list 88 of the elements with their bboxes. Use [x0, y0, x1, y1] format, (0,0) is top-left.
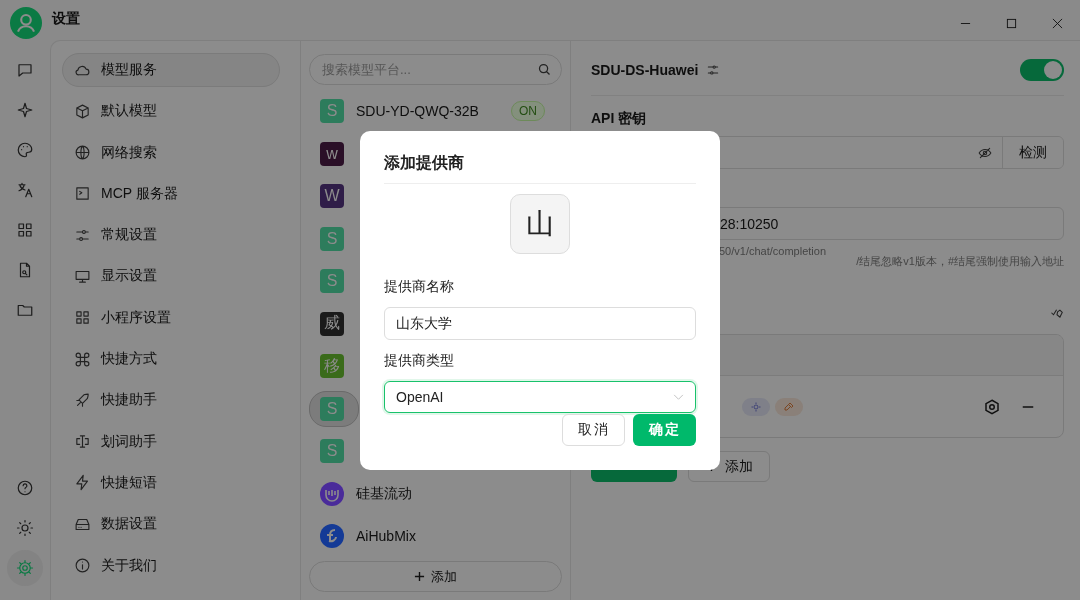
provider-logo: W — [320, 184, 344, 208]
api-key-label: API 密钥 — [591, 110, 648, 128]
menu-item[interactable]: 快捷方式 — [62, 342, 280, 377]
window-title: 设置 — [52, 10, 80, 28]
provider-item[interactable]: 威 — [309, 305, 359, 342]
plus-icon — [414, 571, 425, 582]
menu-label: 关于我们 — [101, 556, 157, 575]
menu-label: 数据设置 — [101, 515, 157, 534]
command-icon — [74, 350, 91, 368]
provider-logo: S — [320, 226, 344, 251]
name-input[interactable]: 山东大学 — [384, 307, 696, 340]
provider-item[interactable]: w — [309, 135, 359, 172]
menu-label: 划词助手 — [101, 432, 157, 451]
maximize-icon[interactable] — [1006, 17, 1017, 29]
menu-item[interactable]: 关于我们 — [62, 548, 280, 583]
menu-label: 快捷方式 — [101, 350, 157, 369]
hint-text: /结尾忽略v1版本，#结尾强制使用输入地址 — [856, 254, 1064, 269]
menu-item[interactable]: 划词助手 — [62, 424, 280, 459]
info-icon — [74, 557, 91, 575]
provider-logo: S — [320, 439, 344, 463]
enable-toggle[interactable] — [1020, 59, 1064, 81]
settings-icon[interactable] — [983, 397, 1001, 416]
sun-icon[interactable] — [16, 519, 34, 537]
provider-logo: 威 — [320, 311, 344, 336]
globe-icon — [74, 144, 91, 162]
menu-item[interactable]: 快捷短语 — [62, 465, 280, 500]
menu-item[interactable]: 显示设置 — [62, 259, 280, 294]
provider-item[interactable]: S SDU-YD-QWQ-32B ON — [309, 93, 562, 129]
provider-name: 硅基流动 — [356, 484, 412, 503]
provider-logo: S — [320, 269, 344, 293]
menu-item[interactable]: MCP 服务器 — [62, 176, 280, 211]
field-label: 提供商名称 — [384, 278, 455, 296]
menu-label: 默认模型 — [101, 102, 157, 121]
provider-item[interactable]: W — [309, 178, 359, 214]
cube-icon — [74, 102, 91, 120]
vision-tag-icon — [742, 397, 770, 416]
menu-label: 快捷短语 — [101, 473, 157, 492]
palette-icon[interactable] — [16, 141, 34, 159]
sliders-icon[interactable] — [706, 63, 721, 77]
menu-label: 小程序设置 — [101, 308, 171, 327]
field-label: 提供商类型 — [384, 352, 455, 370]
provider-logo[interactable]: 山 — [510, 194, 570, 254]
check-icon[interactable] — [1050, 306, 1064, 320]
dialog-title: 添加提供商 — [384, 131, 696, 184]
provider-logo: S — [320, 396, 344, 421]
menu-label: 快捷助手 — [101, 391, 157, 410]
menu-label: 网络搜索 — [101, 143, 157, 162]
chevron-down-icon — [673, 393, 684, 401]
field-value: 28:10250 — [720, 215, 779, 232]
provider-name: AiHubMix — [356, 528, 416, 544]
text-cursor-icon — [74, 433, 91, 451]
provider-name: SDU-YD-QWQ-32B — [356, 103, 479, 119]
menu-label: 显示设置 — [101, 267, 157, 286]
menu-item[interactable]: 快捷助手 — [62, 383, 280, 418]
menu-item[interactable]: 模型服务 — [62, 53, 280, 87]
provider-item[interactable]: 硅基流动 — [309, 475, 562, 512]
provider-title: SDU-DS-Huawei — [591, 62, 699, 78]
grid-icon[interactable] — [16, 221, 34, 239]
menu-item[interactable]: 网络搜索 — [62, 135, 280, 170]
monitor-icon — [74, 268, 91, 285]
cancel-button[interactable]: 取消 — [562, 414, 625, 446]
help-icon[interactable] — [16, 479, 34, 497]
close-icon[interactable] — [1052, 17, 1063, 29]
hint-text: 50/v1/chat/completion — [719, 245, 826, 257]
provider-item[interactable]: AiHubMix — [309, 518, 562, 554]
menu-item[interactable]: 默认模型 — [62, 94, 280, 129]
lightning-icon — [74, 474, 91, 492]
translate-icon[interactable] — [16, 181, 34, 199]
sparkle-icon[interactable] — [16, 101, 34, 119]
status-badge: ON — [511, 101, 545, 121]
provider-logo: w — [320, 141, 344, 166]
add-provider-button[interactable]: 添加 — [309, 561, 562, 592]
menu-item[interactable]: 小程序设置 — [62, 300, 280, 335]
provider-logo: S — [320, 99, 344, 123]
menu-label: 常规设置 — [101, 226, 157, 245]
menu-item[interactable]: 常规设置 — [62, 218, 280, 253]
search-icon[interactable] — [537, 62, 552, 77]
terminal-icon — [74, 185, 91, 203]
menu-item[interactable]: 数据设置 — [62, 507, 280, 542]
provider-logo: 移 — [320, 354, 344, 378]
rocket-icon — [74, 391, 91, 409]
tool-tag-icon — [775, 397, 803, 416]
grid-icon — [74, 309, 91, 327]
eye-off-icon[interactable] — [978, 145, 992, 160]
menu-label: 模型服务 — [101, 61, 157, 79]
type-select[interactable]: OpenAI — [384, 381, 696, 413]
chat-bubble-icon[interactable] — [16, 61, 34, 79]
menu-label: MCP 服务器 — [101, 184, 178, 203]
